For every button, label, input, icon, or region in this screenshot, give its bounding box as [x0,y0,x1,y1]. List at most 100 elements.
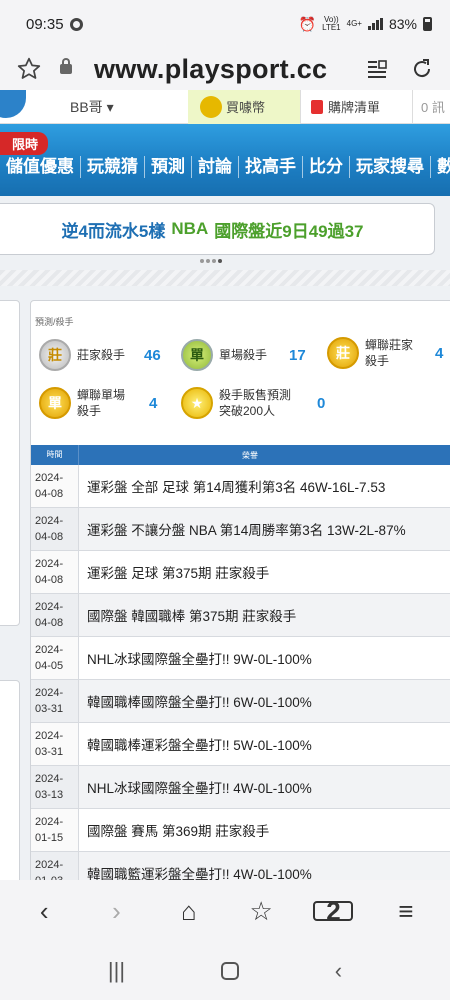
clock: 09:35 [26,15,64,33]
row-date: 2024- 03-31 [31,680,79,722]
cart-icon [311,99,323,114]
medal-count: 4 [435,345,444,362]
table-row: 2024- 03-31 韓國職棒運彩盤全壘打!! 5W-0L-100% [31,723,450,766]
volte-indicator: Vo)) LTE1 [322,15,341,32]
breadcrumb: 預測/殺手 [35,317,74,327]
user-dropdown[interactable]: BB哥 ▾ [70,97,188,117]
row-date: 2024- 04-08 [31,508,79,550]
nav-item-predict[interactable]: 預測 [145,156,192,178]
back-icon[interactable]: ‹ [24,896,64,927]
table-row: 2024- 04-08 國際盤 韓國職棒 第375期 莊家殺手 [31,594,450,637]
nav-item-experts[interactable]: 找高手 [239,156,303,178]
table-row: 2024- 04-08 運彩盤 足球 第375期 莊家殺手 [31,551,450,594]
left-panel [0,300,20,626]
alarm-icon: ⏰ [298,15,317,32]
table-row: 2024- 04-08 運彩盤 全部 足球 第14周獲利第3名 46W-16L-7.… [31,465,450,508]
table-row: 2024- 03-31 韓國職棒國際盤全壘打!! 6W-0L-100% [31,680,450,723]
status-bar: 09:35 ⏰ Vo)) LTE1 4G+ 83% [0,0,450,48]
row-date: 2024- 04-08 [31,551,79,593]
medal-label: 蟬聯單場 殺手 [77,388,126,418]
medal-consecutive-single: 單 蟬聯單場 殺手 4 [39,387,157,419]
medal-consecutive-banker: 莊 蟬聯莊家 殺手 4 [327,337,443,369]
row-honor: 運彩盤 足球 第375期 莊家殺手 [87,566,270,581]
honors-table-header: 時間 榮譽 [31,445,450,465]
row-date: 2024- 03-13 [31,766,79,808]
cart-tab-label: 購牌清單 [328,100,381,115]
cart-tab[interactable]: 購牌清單 [300,89,412,124]
row-date: 2024- 01-15 [31,809,79,851]
table-row: 2024- 04-08 運彩盤 不讓分盤 NBA 第14周勝率第3名 13W-2L-… [31,508,450,551]
site-logo[interactable] [0,89,52,124]
row-honor: 運彩盤 不讓分盤 NBA 第14周勝率第3名 13W-2L-87% [79,508,450,550]
battery-percent: 83% [388,16,417,32]
honors-table-body: 2024- 04-08 運彩盤 全部 足球 第14周獲利第3名 46W-16L-7.… [31,465,450,895]
row-honor: 國際盤 賽馬 第369期 莊家殺手 [87,824,270,839]
nav-item-forum[interactable]: 討論 [192,156,239,178]
browser-url-bar: www.playsport.cc [0,48,450,90]
medal-count: 46 [144,347,161,364]
star-icon[interactable] [16,56,42,82]
coin-tab-label: 買噱幣 [226,100,266,115]
nav-item-scores[interactable]: 比分 [303,156,350,178]
nav-item-search-players[interactable]: 玩家搜尋 [350,156,431,178]
recents-icon[interactable]: ||| [108,958,125,984]
table-row: 2024- 03-13 NHL冰球國際盤全壘打!! 4W-0L-100% [31,766,450,809]
banner-nba: NBA [171,219,209,238]
tabs-button[interactable]: 2 [313,896,354,926]
col-honor: 榮譽 [242,450,258,460]
row-honor: NHL冰球國際盤全壘打!! 9W-0L-100% [87,652,312,667]
row-date: 2024- 04-08 [31,465,79,507]
gold-single-medal-icon: 單 [39,387,71,419]
banner-main-text: 逆4而流水5樣 [61,221,166,241]
medal-count: 17 [289,347,306,364]
row-date: 2024- 04-05 [31,637,79,679]
gold-banker-medal-icon: 莊 [327,337,359,369]
medal-count: 4 [149,395,158,412]
tab-count: 2 [313,896,354,926]
killer-honors-panel: 預測/殺手 莊 莊家殺手 46 單 單場殺手 17 莊 蟬聯莊家 殺手 4 單 蟬… [30,300,450,940]
table-row: 2024- 04-05 NHL冰球國際盤全壘打!! 9W-0L-100% [31,637,450,680]
promo-badge[interactable]: 限時 [0,132,49,155]
row-honor: 運彩盤 全部 足球 第14周獲利第3名 46W-16L-7.53 [87,480,386,495]
row-date: 2024- 04-08 [31,594,79,636]
nav-item-data[interactable]: 數 [431,156,450,178]
bookmarks-icon[interactable]: ☆ [241,896,281,927]
home-button-icon[interactable] [220,962,239,980]
banker-medal-icon: 莊 [39,339,71,371]
main-nav: 限時 儲值優惠 玩競猜 預測 討論 找高手 比分 玩家搜尋 數 [0,124,450,196]
chrome-icon [69,17,83,31]
medal-sales-milestone: ★ 殺手販售預測 突破200人 0 [181,387,325,419]
row-honor: 韓國職棒運彩盤全壘打!! 5W-0L-100% [87,738,312,753]
coin-icon [200,95,222,118]
system-nav-bar: ||| ‹ [0,942,450,1000]
reader-mode-icon[interactable] [366,58,388,80]
nav-item-play[interactable]: 玩競猜 [81,156,145,178]
reload-icon[interactable] [410,57,434,81]
row-honor: 韓國職棒國際盤全壘打!! 6W-0L-100% [79,680,450,722]
network-type: 4G+ [346,19,362,28]
row-honor: NHL冰球國際盤全壘打!! 4W-0L-100% [79,766,450,808]
banner-rest: 國際盤近9日49過37 [214,221,364,241]
medal-banker-killer: 莊 莊家殺手 46 [39,339,161,371]
carousel-dots[interactable] [200,259,222,263]
col-time: 時間 [31,445,79,465]
home-icon[interactable]: ⌂ [169,896,209,927]
messages-tab[interactable]: 0 訊 [412,89,445,124]
browser-bottom-bar: ‹ › ⌂ ☆ 2 ≡ [0,880,450,942]
system-back-icon[interactable]: ‹ [335,958,342,984]
coin-tab[interactable]: 買噱幣 [188,89,300,124]
medal-label: 莊家殺手 [77,348,126,362]
medal-single-killer: 單 單場殺手 17 [181,339,306,371]
promo-banner[interactable]: 逆4而流水5樣 NBA 國際盤近9日49過37 [0,203,435,255]
single-medal-icon: 單 [181,339,213,371]
status-icons: ⏰ Vo)) LTE1 4G+ 83% [299,16,432,33]
row-honor: 國際盤 韓國職棒 第375期 莊家殺手 [79,594,450,636]
nav-item-deposit[interactable]: 儲值優惠 [0,156,81,178]
medal-label: 單場殺手 [219,348,268,362]
forward-icon[interactable]: › [96,896,136,927]
lock-icon [60,58,72,74]
table-row: 2024- 01-15 國際盤 賽馬 第369期 莊家殺手 [31,809,450,852]
url-text[interactable]: www.playsport.cc [94,54,327,85]
signal-icon [367,18,383,30]
menu-icon[interactable]: ≡ [386,896,426,927]
